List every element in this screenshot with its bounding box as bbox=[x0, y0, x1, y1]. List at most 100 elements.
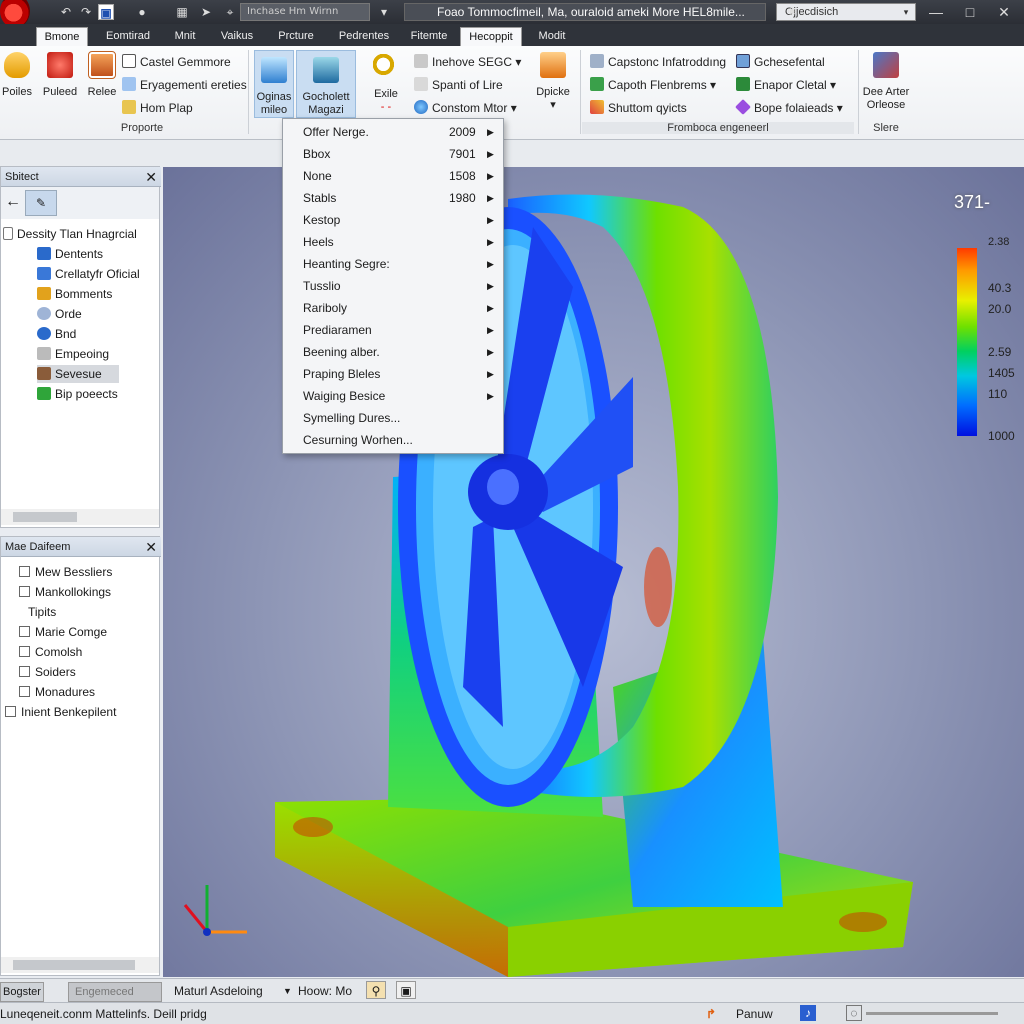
oginas-button[interactable]: Oginas mileo bbox=[254, 50, 294, 118]
menu-item[interactable]: Stabls 1980 ▶ bbox=[283, 187, 503, 209]
redo-icon[interactable]: ↷ bbox=[78, 4, 94, 20]
tab-mnit[interactable]: Mnit bbox=[166, 27, 204, 46]
tab-vaikus[interactable]: Vaikus bbox=[212, 27, 262, 46]
tab-modit[interactable]: Modit bbox=[530, 27, 574, 46]
inehove-button[interactable]: Inehove SEGC ▾ bbox=[414, 54, 521, 69]
relee-button[interactable]: Relee bbox=[84, 51, 120, 99]
tab-eomtirad[interactable]: Eomtirad bbox=[96, 27, 160, 46]
capoth-button[interactable]: Capoth Flenbrems ▾ bbox=[590, 77, 716, 92]
shuttom-button[interactable]: Shuttom qyicts bbox=[590, 100, 687, 115]
close-icon[interactable]: ✕ bbox=[145, 537, 157, 557]
zoom-icon[interactable]: ◌ bbox=[846, 1005, 862, 1021]
menu-item[interactable]: Prediaramen ▶ bbox=[283, 319, 503, 341]
castel-gemmore-button[interactable]: Castel Gemmore bbox=[122, 54, 231, 69]
engemeced-button[interactable]: Engemeced bbox=[68, 982, 162, 1002]
flag-icon[interactable]: ↱ bbox=[706, 1005, 716, 1023]
document-tab[interactable]: Inchase Hm Wirnn bbox=[240, 3, 370, 21]
feature-item[interactable]: Comolsh bbox=[19, 643, 82, 661]
tab-bmone[interactable]: Bmone bbox=[36, 27, 88, 46]
checkbox[interactable] bbox=[5, 706, 16, 717]
tab-fitemte[interactable]: Fitemte bbox=[404, 27, 454, 46]
enapor-button[interactable]: Enapor Cletal ▾ bbox=[736, 77, 836, 92]
checkbox[interactable] bbox=[19, 686, 30, 697]
chevron-down-icon[interactable]: ▾ bbox=[376, 4, 392, 20]
mode-dropdown[interactable]: Maturl Asdeloing bbox=[174, 982, 263, 1000]
tree-item[interactable]: Dentents bbox=[37, 245, 103, 263]
hom-plap-button[interactable]: Hom Plap bbox=[122, 100, 193, 115]
globe-icon[interactable]: ● bbox=[134, 4, 150, 20]
menu-item[interactable]: Beening alber. ▶ bbox=[283, 341, 503, 363]
menu-item[interactable]: Tusslio ▶ bbox=[283, 275, 503, 297]
minimize-icon[interactable]: — bbox=[926, 2, 946, 22]
tree-item[interactable]: Bomments bbox=[37, 285, 112, 303]
tab-pedrentes[interactable]: Pedrentes bbox=[332, 27, 396, 46]
menu-item[interactable]: Cesurning Worhen... bbox=[283, 429, 503, 451]
menu-item[interactable]: Heanting Segre: ▶ bbox=[283, 253, 503, 275]
bope-button[interactable]: Bope folaieads ▾ bbox=[735, 99, 843, 115]
feature-item[interactable]: Mankollokings bbox=[19, 583, 111, 601]
menu-item[interactable]: Waiging Besice ▶ bbox=[283, 385, 503, 407]
tree-item[interactable]: Orde bbox=[37, 305, 82, 323]
filter-icon[interactable]: ✎ bbox=[25, 190, 57, 216]
gchesefental-button[interactable]: Gchesefental bbox=[736, 54, 825, 69]
back-arrow-icon[interactable]: ← bbox=[5, 193, 21, 211]
scrollbar-thumb[interactable] bbox=[13, 512, 77, 522]
poiles-button[interactable]: Poiles bbox=[0, 52, 34, 99]
horizontal-scrollbar[interactable] bbox=[1, 509, 159, 525]
checkbox[interactable] bbox=[19, 626, 30, 637]
exile-button[interactable]: Exile - - bbox=[366, 50, 406, 114]
dpicke-button[interactable]: Dpicke ▾ bbox=[530, 52, 576, 112]
tree-item[interactable]: Crellatyfr Oficial bbox=[37, 265, 140, 283]
menu-item[interactable]: Symelling Dures... bbox=[283, 407, 503, 429]
window-icon[interactable]: ▣ bbox=[396, 981, 416, 999]
tree-item[interactable]: Bip poeects bbox=[37, 385, 118, 403]
search-dropdown-icon[interactable]: ▾ bbox=[898, 4, 914, 20]
checkbox[interactable] bbox=[19, 646, 30, 657]
spanti-button[interactable]: Spanti of Lire bbox=[414, 77, 503, 92]
undo-icon[interactable]: ↶ bbox=[58, 4, 74, 20]
feature-item[interactable]: Tipits bbox=[19, 603, 56, 621]
chevron-down-icon[interactable]: ▼ bbox=[283, 982, 292, 1000]
tab-hecoppit[interactable]: Hecoppit bbox=[460, 27, 522, 46]
magnet-icon[interactable]: ⚲ bbox=[366, 981, 386, 999]
feature-item[interactable]: Inient Benkepilent bbox=[5, 703, 116, 721]
tree-item[interactable]: Dessity Tlan Hnagrcial bbox=[3, 225, 137, 243]
checkbox[interactable] bbox=[19, 566, 30, 577]
dee-arter-button[interactable]: Dee Arter Orleose bbox=[860, 52, 912, 112]
menu-item[interactable]: Offer Nerge. 2009 ▶ bbox=[283, 121, 503, 143]
checkbox[interactable] bbox=[19, 666, 30, 677]
menu-item[interactable]: Rariboly ▶ bbox=[283, 297, 503, 319]
arrow-icon[interactable]: ➤ bbox=[198, 4, 214, 20]
grid-icon[interactable]: ▦ bbox=[174, 4, 190, 20]
checkbox[interactable] bbox=[19, 586, 30, 597]
bogster-button[interactable]: Bogster bbox=[0, 982, 44, 1002]
pulled-button[interactable]: Puleed bbox=[42, 52, 78, 99]
save-icon[interactable]: ▣ bbox=[98, 4, 114, 20]
scrollbar-thumb[interactable] bbox=[13, 960, 135, 970]
feature-item[interactable]: Mew Bessliers bbox=[19, 563, 112, 581]
tree-item[interactable]: Empeoing bbox=[37, 345, 109, 363]
feature-item[interactable]: Monadures bbox=[19, 683, 95, 701]
pin-icon[interactable]: ⌖ bbox=[222, 4, 238, 20]
menu-item[interactable]: Kestop ▶ bbox=[283, 209, 503, 231]
menu-item[interactable]: Praping Bleles ▶ bbox=[283, 363, 503, 385]
menu-item[interactable]: None 1508 ▶ bbox=[283, 165, 503, 187]
gocholett-button[interactable]: Gocholett Magazi bbox=[296, 50, 356, 118]
palette-icon bbox=[590, 100, 604, 114]
tree-item-selected[interactable]: Sevesue bbox=[37, 365, 119, 383]
eryagementi-button[interactable]: Eryagementi ereties bbox=[122, 77, 247, 92]
tab-prcture[interactable]: Prcture bbox=[268, 27, 324, 46]
feature-item[interactable]: Soiders bbox=[19, 663, 76, 681]
menu-item[interactable]: Bbox 7901 ▶ bbox=[283, 143, 503, 165]
tree-item[interactable]: Bnd bbox=[37, 325, 76, 343]
maximize-icon[interactable]: □ bbox=[960, 2, 980, 22]
info-icon[interactable]: ♪ bbox=[800, 1005, 816, 1021]
menu-item[interactable]: Heels ▶ bbox=[283, 231, 503, 253]
zoom-slider[interactable] bbox=[866, 1012, 998, 1015]
close-icon[interactable]: ✕ bbox=[145, 167, 157, 187]
capstonc-button[interactable]: Capstonc Infatroddıng bbox=[590, 54, 726, 69]
close-icon[interactable]: ✕ bbox=[994, 2, 1014, 22]
horizontal-scrollbar[interactable] bbox=[1, 957, 159, 973]
constom-button[interactable]: Constom Mtor ▾ bbox=[414, 100, 517, 115]
feature-item[interactable]: Marie Comge bbox=[19, 623, 107, 641]
